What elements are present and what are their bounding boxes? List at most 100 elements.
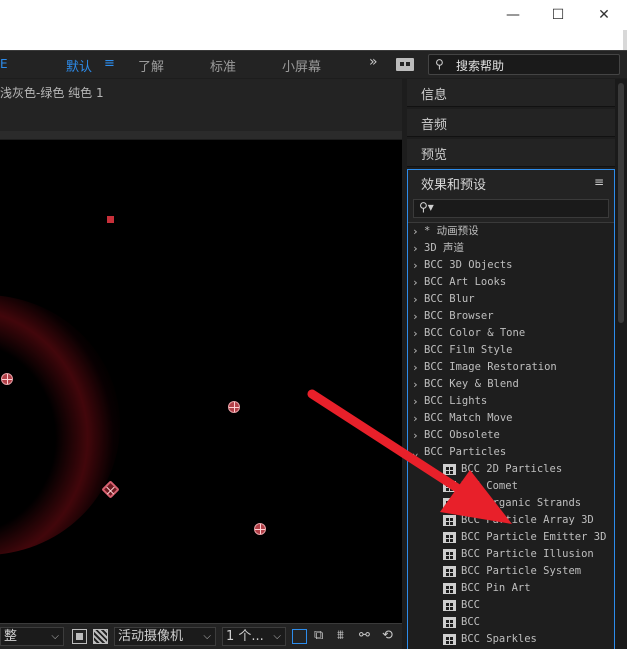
tree-category[interactable]: › * 动画预设: [408, 223, 614, 240]
effect-label: BCC Organic Strands: [461, 497, 582, 509]
workspace-standard[interactable]: 标准: [210, 56, 236, 75]
chevron-right-icon: ›: [412, 310, 419, 323]
fast-preview-icon[interactable]: ⧉: [314, 628, 323, 643]
effects-search-input[interactable]: ⚲▾: [413, 199, 609, 218]
tree-category[interactable]: › 3D 声道: [408, 240, 614, 257]
effect-item[interactable]: BCC Pin Art: [408, 580, 614, 597]
chevron-right-icon: ›: [412, 276, 419, 289]
transparency-grid-icon[interactable]: [93, 629, 108, 644]
effect-item[interactable]: BCC: [408, 597, 614, 614]
zoom-dropdown[interactable]: 整 ⌵: [0, 627, 64, 646]
tree-label: BCC Key & Blend: [424, 378, 519, 390]
workspace-bar: E 默认 ≡ 了解 标准 小屏幕 » ⚲ 搜索帮助: [0, 50, 627, 78]
effect-label: BCC Particle Illusion: [461, 548, 594, 560]
effect-item[interactable]: BCC Comet: [408, 478, 614, 495]
tree-category[interactable]: › BCC Art Looks: [408, 274, 614, 291]
right-panel-column: 信息 音频 预览 效果和预设 ≡ ⚲▾ › * 动画预设 › 3D 声道 › BCC …: [403, 79, 627, 649]
effect-item[interactable]: BCC Particle Emitter 3D: [408, 529, 614, 546]
search-help-input[interactable]: ⚲ 搜索帮助: [428, 54, 620, 75]
panel-scrollbar[interactable]: [615, 79, 627, 649]
pixel-aspect-icon[interactable]: [292, 629, 307, 644]
panel-menu-icon[interactable]: ≡: [594, 175, 604, 189]
tree-category[interactable]: › BCC Match Move: [408, 410, 614, 427]
tree-category-expanded[interactable]: ⌄ BCC Particles: [408, 444, 614, 461]
panel-info-label: 信息: [421, 88, 448, 103]
workspace-default[interactable]: 默认: [66, 56, 92, 75]
preset-icon: [443, 515, 456, 526]
region-icon[interactable]: [72, 629, 87, 644]
preset-icon: [443, 464, 456, 475]
reset-exposure-icon[interactable]: ⟲: [382, 628, 393, 643]
tree-label: BCC Obsolete: [424, 429, 500, 441]
chevron-right-icon: ›: [412, 395, 419, 408]
target-handle[interactable]: [254, 523, 266, 535]
viewer-toolbar: 整 ⌵ 活动摄像机 ⌵ 1 个... ⌵ ⧉ ⩩ ⚯ ⟲: [0, 623, 402, 649]
composition-viewer[interactable]: [0, 140, 402, 623]
composition-header: 浅灰色-绿色 纯色 1: [0, 79, 402, 131]
effect-item[interactable]: BCC Particle Array 3D: [408, 512, 614, 529]
chevron-right-icon: ›: [412, 293, 419, 306]
tree-category[interactable]: › BCC Lights: [408, 393, 614, 410]
panel-info[interactable]: 信息: [407, 79, 615, 107]
chevron-right-icon: ›: [412, 344, 419, 357]
tree-category[interactable]: › BCC Blur: [408, 291, 614, 308]
menu-strip: [0, 30, 627, 50]
effect-label: BCC Sparkles: [461, 633, 537, 645]
tree-label: BCC Lights: [424, 395, 488, 407]
search-help-placeholder: 搜索帮助: [456, 59, 505, 73]
preset-icon: [443, 634, 456, 645]
workspace-small-screen[interactable]: 小屏幕: [282, 56, 321, 75]
close-button[interactable]: ✕: [581, 0, 627, 30]
search-icon: ⚲: [435, 57, 444, 71]
effect-item[interactable]: BCC Particle System: [408, 563, 614, 580]
panel-audio[interactable]: 音频: [407, 109, 615, 137]
effect-item[interactable]: BCC Organic Strands: [408, 495, 614, 512]
panel-preview[interactable]: 预览: [407, 139, 615, 167]
effect-item[interactable]: BCC: [408, 614, 614, 631]
chevron-right-icon: ›: [412, 378, 419, 391]
preset-icon: [443, 498, 456, 509]
panel-audio-label: 音频: [421, 118, 448, 133]
views-value: 1 个...: [226, 629, 264, 644]
tree-category[interactable]: › BCC Image Restoration: [408, 359, 614, 376]
views-dropdown[interactable]: 1 个... ⌵: [222, 627, 286, 646]
tree-label: BCC Art Looks: [424, 276, 507, 288]
flowchart-icon[interactable]: ⚯: [359, 628, 370, 643]
workspace-learn[interactable]: 了解: [138, 56, 164, 75]
maximize-button[interactable]: ☐: [535, 0, 581, 30]
effect-label: BCC: [461, 616, 480, 628]
chevron-right-icon: ›: [412, 361, 419, 374]
tree-category[interactable]: › BCC Color & Tone: [408, 325, 614, 342]
camera-value: 活动摄像机: [118, 629, 184, 644]
effect-label: BCC Pin Art: [461, 582, 531, 594]
timeline-icon[interactable]: ⩩: [337, 628, 344, 643]
effects-panel-title: 效果和预设: [421, 178, 487, 193]
red-glow-shape: [0, 295, 120, 555]
workspace-more-icon[interactable]: »: [369, 54, 378, 70]
effect-item[interactable]: BCC Particle Illusion: [408, 546, 614, 563]
preset-icon: [443, 617, 456, 628]
tree-category[interactable]: › BCC Key & Blend: [408, 376, 614, 393]
tree-category[interactable]: › BCC 3D Objects: [408, 257, 614, 274]
target-handle[interactable]: [228, 401, 240, 413]
zoom-value: 整: [4, 629, 18, 644]
scrollbar-thumb[interactable]: [618, 83, 624, 323]
tree-category[interactable]: › BCC Film Style: [408, 342, 614, 359]
chevron-right-icon: ›: [412, 412, 419, 425]
target-handle[interactable]: [1, 373, 13, 385]
tree-category[interactable]: › BCC Browser: [408, 308, 614, 325]
minimize-button[interactable]: —: [490, 0, 536, 30]
tree-category[interactable]: › BCC Obsolete: [408, 427, 614, 444]
camera-dropdown[interactable]: 活动摄像机 ⌵: [114, 627, 216, 646]
effect-item[interactable]: BCC 2D Particles: [408, 461, 614, 478]
tree-label: BCC Particles: [424, 446, 507, 458]
effects-presets-panel: 效果和预设 ≡ ⚲▾ › * 动画预设 › 3D 声道 › BCC 3D Object…: [407, 169, 615, 649]
chevron-right-icon: ›: [412, 259, 419, 272]
effect-item[interactable]: BCC Sparkles: [408, 631, 614, 648]
workspace-menu-icon[interactable]: ≡: [104, 56, 115, 71]
workspace-edge-label[interactable]: E: [0, 57, 8, 71]
preset-icon: [443, 481, 456, 492]
composition-layer-title: 浅灰色-绿色 纯色 1: [0, 86, 104, 100]
workspace-sync-icon[interactable]: [396, 58, 414, 71]
chevron-right-icon: ›: [412, 225, 419, 238]
